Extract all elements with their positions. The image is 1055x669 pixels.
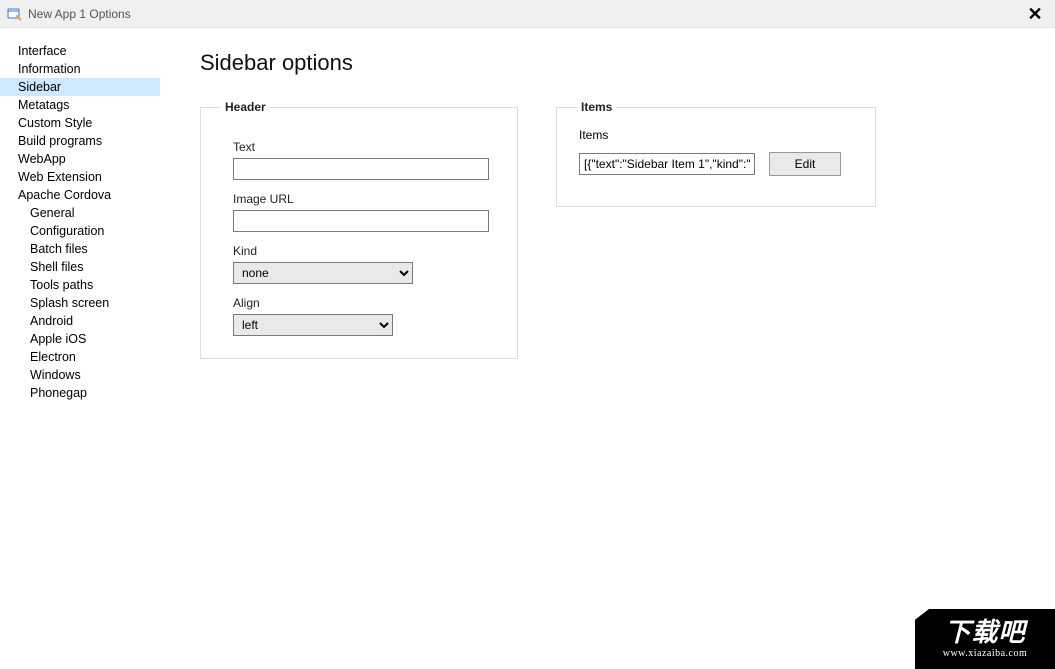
watermark-text: 下载吧 — [944, 620, 1025, 646]
sidebar-item-tools-paths[interactable]: Tools paths — [0, 276, 160, 294]
image-url-label: Image URL — [233, 192, 497, 206]
sidebar-item-information[interactable]: Information — [0, 60, 160, 78]
watermark-url: www.xiazaiba.com — [943, 648, 1028, 659]
content-area: Sidebar options Header Text Image URL Ki… — [160, 28, 1055, 669]
items-label: Items — [579, 128, 855, 142]
sidebar-item-apple-ios[interactable]: Apple iOS — [0, 330, 160, 348]
sidebar-item-metatags[interactable]: Metatags — [0, 96, 160, 114]
header-legend: Header — [221, 100, 270, 114]
sidebar-item-splash-screen[interactable]: Splash screen — [0, 294, 160, 312]
sidebar-item-interface[interactable]: Interface — [0, 42, 160, 60]
sidebar-item-configuration[interactable]: Configuration — [0, 222, 160, 240]
align-select[interactable]: left — [233, 314, 393, 336]
nav-sidebar: InterfaceInformationSidebarMetatagsCusto… — [0, 28, 160, 669]
window-title: New App 1 Options — [28, 7, 131, 21]
page-title: Sidebar options — [200, 50, 1035, 76]
sidebar-item-build-programs[interactable]: Build programs — [0, 132, 160, 150]
sidebar-item-sidebar[interactable]: Sidebar — [0, 78, 160, 96]
image-url-input[interactable] — [233, 210, 489, 232]
sidebar-item-batch-files[interactable]: Batch files — [0, 240, 160, 258]
sidebar-item-windows[interactable]: Windows — [0, 366, 160, 384]
text-input[interactable] — [233, 158, 489, 180]
sidebar-item-electron[interactable]: Electron — [0, 348, 160, 366]
sidebar-item-phonegap[interactable]: Phonegap — [0, 384, 160, 402]
kind-select[interactable]: none — [233, 262, 413, 284]
items-legend: Items — [577, 100, 616, 114]
titlebar: New App 1 Options ✕ — [0, 0, 1055, 28]
header-group: Header Text Image URL Kind none Align — [200, 100, 518, 359]
close-icon[interactable]: ✕ — [1019, 0, 1051, 28]
sidebar-item-apache-cordova[interactable]: Apache Cordova — [0, 186, 160, 204]
sidebar-item-webapp[interactable]: WebApp — [0, 150, 160, 168]
sidebar-item-shell-files[interactable]: Shell files — [0, 258, 160, 276]
sidebar-item-android[interactable]: Android — [0, 312, 160, 330]
sidebar-item-general[interactable]: General — [0, 204, 160, 222]
kind-label: Kind — [233, 244, 497, 258]
app-icon — [6, 6, 22, 22]
items-group: Items Items Edit — [556, 100, 876, 207]
watermark: 下载吧 www.xiazaiba.com — [915, 609, 1055, 669]
sidebar-item-web-extension[interactable]: Web Extension — [0, 168, 160, 186]
sidebar-item-custom-style[interactable]: Custom Style — [0, 114, 160, 132]
items-input[interactable] — [579, 153, 755, 175]
edit-button[interactable]: Edit — [769, 152, 841, 176]
align-label: Align — [233, 296, 497, 310]
text-label: Text — [233, 140, 497, 154]
